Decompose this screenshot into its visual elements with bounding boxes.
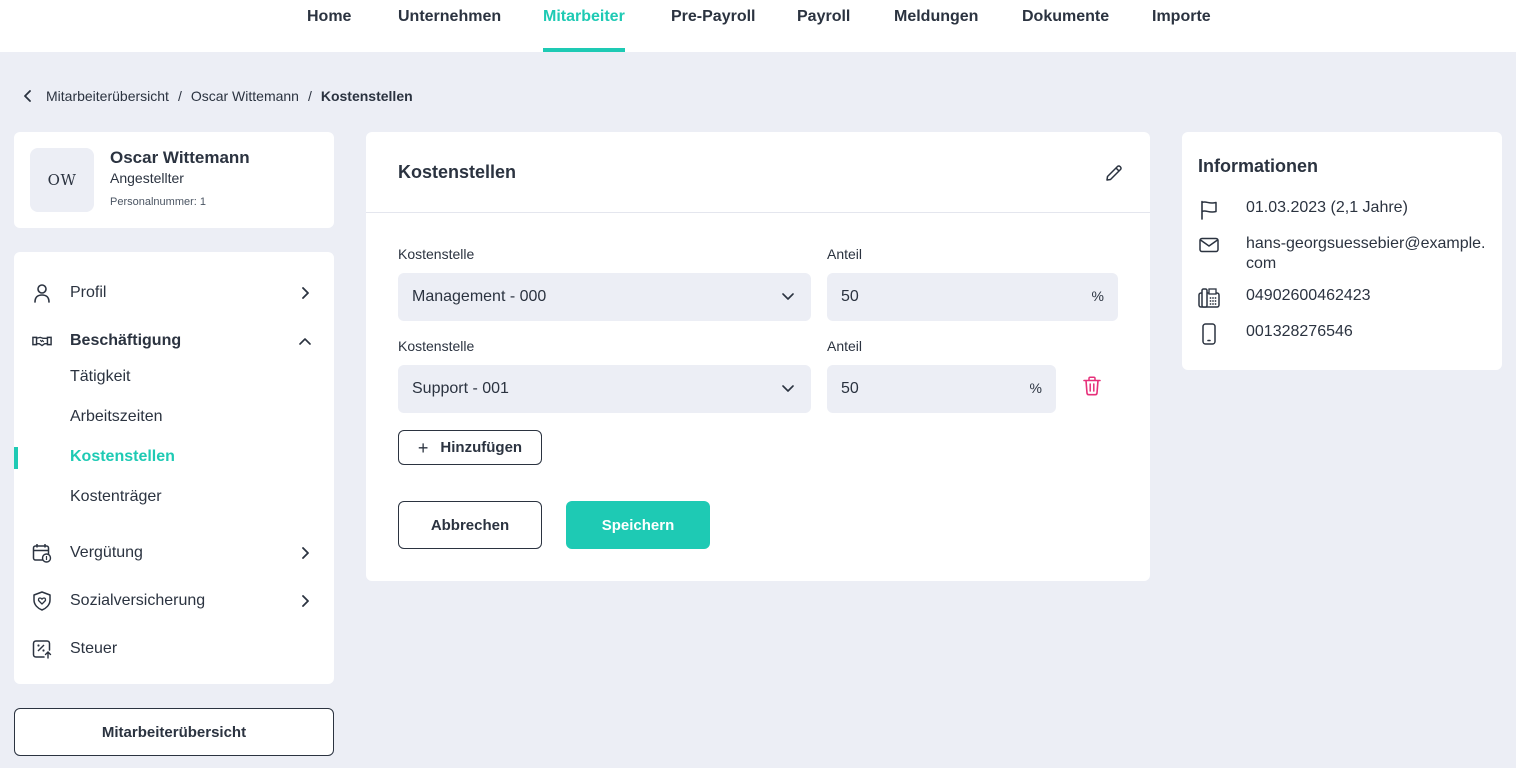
nav-importe[interactable]: Importe [1152,0,1211,52]
menu-item-steuer[interactable]: Steuer [14,629,334,669]
chevron-up-icon [298,334,312,348]
smartphone-icon [1198,323,1220,345]
handshake-icon [32,331,52,351]
chevron-down-icon [781,382,795,396]
cost-center-select[interactable]: Management - 000 [398,273,811,321]
chevron-right-icon [298,286,312,300]
start-date: 01.03.2023 (2,1 Jahre) [1246,199,1408,216]
breadcrumb-employee-overview[interactable]: Mitarbeiterübersicht [46,88,169,104]
menu-item-sozialversicherung[interactable]: Sozialversicherung [14,581,334,621]
submenu-label: Arbeitszeiten [70,408,163,425]
submenu-item-kostenstellen[interactable]: Kostenstellen [14,439,334,475]
calendar-money-icon [32,543,52,563]
nav-payroll[interactable]: Payroll [797,0,850,52]
plus-icon: + [417,437,429,458]
cost-center-label: Kostenstelle [398,338,475,354]
menu-label-steuer: Steuer [70,640,118,657]
user-icon [32,283,52,303]
menu-item-profil[interactable]: Profil [14,273,334,313]
submenu-item-taetigkeit[interactable]: Tätigkeit [14,359,334,395]
breadcrumb-separator: / [177,88,182,104]
menu-label-verguetung: Vergütung [70,544,143,561]
employee-menu: Profil Beschäftigung Tätigkeit Arbeitsze… [14,252,334,684]
employee-role: Angestellter [110,170,184,186]
cost-center-select[interactable]: Support - 001 [398,365,811,413]
submenu-label: Kostenträger [70,488,162,505]
mobile-number: 001328276546 [1246,323,1353,340]
email: hans-georgsuessebier@example.com [1246,235,1486,272]
chevron-right-icon [298,546,312,560]
trash-icon[interactable] [1082,376,1102,396]
top-navigation: Home Unternehmen Mitarbeiter Pre-Payroll… [0,0,1516,52]
shield-heart-icon [32,591,52,611]
submenu-item-arbeitszeiten[interactable]: Arbeitszeiten [14,399,334,435]
share-input[interactable] [827,365,1056,413]
nav-unternehmen[interactable]: Unternehmen [398,0,501,52]
nav-meldungen[interactable]: Meldungen [894,0,978,52]
chevron-left-icon[interactable] [20,88,36,104]
info-card: Informationen 01.03.2023 (2,1 Jahre) han… [1182,132,1502,370]
nav-home[interactable]: Home [307,0,351,52]
phone-number: 04902600462423 [1246,287,1371,304]
nav-pre-payroll[interactable]: Pre-Payroll [671,0,755,52]
share-field[interactable]: % [827,365,1056,413]
menu-item-beschaeftigung[interactable]: Beschäftigung [14,321,334,361]
share-field[interactable]: % [827,273,1118,321]
submenu-item-kostentraeger[interactable]: Kostenträger [14,479,334,515]
chevron-right-icon [298,594,312,608]
info-title: Informationen [1198,156,1318,176]
cost-center-select-value: Management - 000 [412,288,547,305]
nav-dokumente[interactable]: Dokumente [1022,0,1109,52]
profile-card: OW Oscar Wittemann Angestellter Personal… [14,132,334,228]
cancel-button[interactable]: Abbrechen [398,501,542,549]
add-button-label: Hinzufügen [440,439,523,456]
nav-mitarbeiter[interactable]: Mitarbeiter [543,0,625,52]
submenu-label: Kostenstellen [70,448,175,465]
percent-unit: % [1091,288,1104,304]
cost-center-select-value: Support - 001 [412,380,509,397]
phone-icon [1198,287,1220,309]
card-title: Kostenstellen [398,162,517,182]
breadcrumb-separator: / [307,88,312,104]
menu-label-sozialversicherung: Sozialversicherung [70,592,206,609]
breadcrumb-current: Kostenstellen [320,88,413,104]
cost-center-card: Kostenstellen Kostenstelle Anteil Manage… [366,132,1150,581]
share-input[interactable] [827,273,1118,321]
mail-icon [1198,234,1220,256]
submenu-label: Tätigkeit [70,368,131,385]
save-button[interactable]: Speichern [566,501,710,549]
breadcrumb: Mitarbeiterübersicht / Oscar Wittemann /… [20,86,413,106]
menu-label-beschaeftigung: Beschäftigung [70,332,182,349]
cost-center-label: Kostenstelle [398,246,475,262]
percent-arrow-icon [32,639,52,659]
pencil-icon[interactable] [1104,163,1124,183]
card-divider [366,212,1150,213]
add-cost-center-button[interactable]: + Hinzufügen [398,430,542,465]
menu-label-profil: Profil [70,284,107,301]
chevron-down-icon [781,290,795,304]
menu-item-verguetung[interactable]: Vergütung [14,533,334,573]
percent-unit: % [1029,380,1042,396]
avatar: OW [30,148,94,212]
employee-overview-button[interactable]: Mitarbeiterübersicht [14,708,334,756]
breadcrumb-employee-name[interactable]: Oscar Wittemann [191,88,299,104]
share-label: Anteil [827,338,863,354]
share-label: Anteil [827,246,863,262]
flag-icon [1198,199,1220,221]
employee-name: Oscar Wittemann [110,148,250,167]
personnel-number: Personalnummer: 1 [110,196,206,208]
